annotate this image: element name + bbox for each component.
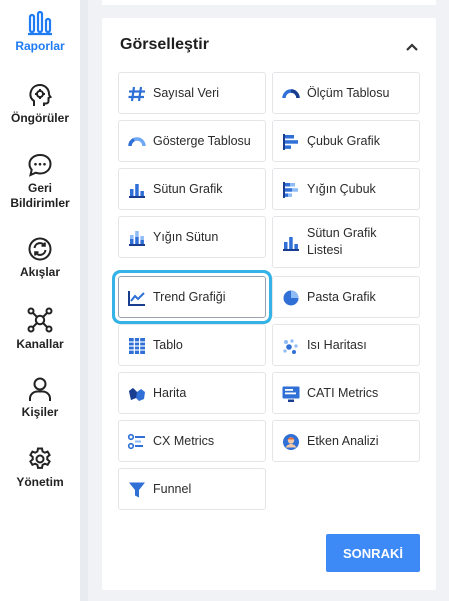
tile-sutun-grafik-listesi[interactable]: Sütun Grafik Listesi xyxy=(272,216,420,268)
tile-label: Tablo xyxy=(153,337,183,352)
sidebar: Raporlar Öngörüler Geri Bildirimler Akış… xyxy=(0,0,80,601)
network-icon xyxy=(27,307,53,333)
gear-icon xyxy=(29,447,51,469)
tile-label: Pasta Grafik xyxy=(307,289,376,304)
map-icon xyxy=(129,388,145,401)
gauge-icon xyxy=(282,89,300,99)
tile-pasta-grafik[interactable]: Pasta Grafik xyxy=(272,276,420,318)
tile-label: Funnel xyxy=(153,481,192,496)
bar-chart-icon xyxy=(28,10,52,36)
sidebar-item-yonetim[interactable]: Yönetim xyxy=(0,446,80,490)
chat-bubble-icon xyxy=(28,153,52,177)
tile-label: Sütun Grafik xyxy=(153,181,223,196)
tile-yigin-cubuk[interactable]: Yığın Çubuk xyxy=(272,168,420,210)
tile-trend-grafigi[interactable]: Trend Grafiği xyxy=(118,276,266,318)
chevron-up-icon[interactable] xyxy=(402,38,422,56)
tile-label: Etken Analizi xyxy=(307,433,379,448)
person-icon xyxy=(29,377,51,401)
sidebar-item-label: Akışlar xyxy=(19,265,61,279)
sidebar-item-kisiler[interactable]: Kişiler xyxy=(0,376,80,420)
head-insight-icon xyxy=(29,83,53,106)
tile-label: Sayısal Veri xyxy=(153,85,220,100)
visualize-panel: Görselleştir Sayısal Veri Ölçüm Tablosu … xyxy=(102,18,436,590)
tile-yigin-sutun[interactable]: Yığın Sütun xyxy=(118,216,266,258)
sidebar-item-label: Raporlar xyxy=(15,39,65,53)
sidebar-divider xyxy=(80,0,88,601)
tile-cati-metrics[interactable]: CATI Metrics xyxy=(272,372,420,414)
tile-isi-haritasi[interactable]: Isı Haritası xyxy=(272,324,420,366)
tile-harita[interactable]: Harita xyxy=(118,372,266,414)
horizontal-bar-icon xyxy=(283,134,298,150)
sidebar-item-raporlar[interactable]: Raporlar xyxy=(0,10,80,54)
tile-sayisal-veri[interactable]: Sayısal Veri xyxy=(118,72,266,114)
tile-label: Çubuk Grafik xyxy=(307,133,380,148)
panel-title: Görselleştir xyxy=(120,36,209,53)
tile-label: Trend Grafiği xyxy=(153,289,226,304)
sidebar-item-akislar[interactable]: Akışlar xyxy=(0,236,80,280)
sidebar-item-label: Yönetim xyxy=(16,475,64,489)
sidebar-item-geri-bildirimler[interactable]: Geri Bildirimler xyxy=(0,152,80,211)
sidebar-item-label: Kişiler xyxy=(21,405,59,419)
sidebar-item-label: Kanallar xyxy=(16,337,64,351)
tile-label: Sütun Grafik Listesi xyxy=(307,226,377,257)
tile-funnel[interactable]: Funnel xyxy=(118,468,266,510)
tile-tablo[interactable]: Tablo xyxy=(118,324,266,366)
cx-metrics-icon xyxy=(127,433,145,450)
table-icon xyxy=(129,338,145,354)
cati-icon xyxy=(282,386,300,402)
trend-line-icon xyxy=(128,291,145,306)
column-chart-icon xyxy=(129,184,145,198)
tile-etken-analizi[interactable]: Etken Analizi xyxy=(272,420,420,462)
sidebar-item-ongoruler[interactable]: Öngörüler xyxy=(0,82,80,126)
panel-above-edge xyxy=(102,0,436,5)
pie-chart-icon xyxy=(283,290,299,306)
tile-olcum-tablosu[interactable]: Ölçüm Tablosu xyxy=(272,72,420,114)
funnel-icon xyxy=(129,482,145,498)
next-button[interactable]: SONRAKİ xyxy=(326,534,420,572)
tile-cubuk-grafik[interactable]: Çubuk Grafik xyxy=(272,120,420,162)
sync-icon xyxy=(28,237,52,261)
heatmap-icon xyxy=(283,339,298,354)
tile-label: CX Metrics xyxy=(153,433,215,448)
tile-label: Harita xyxy=(153,385,187,400)
sidebar-item-label: Geri Bildirimler xyxy=(10,181,70,210)
stacked-bar-icon xyxy=(283,182,298,198)
stacked-column-icon xyxy=(129,231,145,246)
sidebar-item-kanallar[interactable]: Kanallar xyxy=(0,306,80,352)
hash-icon xyxy=(128,86,145,102)
driver-avatar-icon xyxy=(283,434,299,450)
tile-label: Ölçüm Tablosu xyxy=(307,85,390,100)
tile-gosterge-tablosu[interactable]: Gösterge Tablosu xyxy=(118,120,266,162)
tile-label: Isı Haritası xyxy=(307,337,367,352)
tile-sutun-grafik[interactable]: Sütun Grafik xyxy=(118,168,266,210)
tile-label: Gösterge Tablosu xyxy=(153,133,251,148)
tile-label: CATI Metrics xyxy=(307,385,379,400)
tile-cx-metrics[interactable]: CX Metrics xyxy=(118,420,266,462)
sidebar-item-label: Öngörüler xyxy=(10,111,69,125)
gauge-dashboard-icon xyxy=(128,137,146,147)
column-list-icon xyxy=(283,237,299,251)
tile-label: Yığın Çubuk xyxy=(307,181,376,196)
tile-label: Yığın Sütun xyxy=(153,229,219,244)
